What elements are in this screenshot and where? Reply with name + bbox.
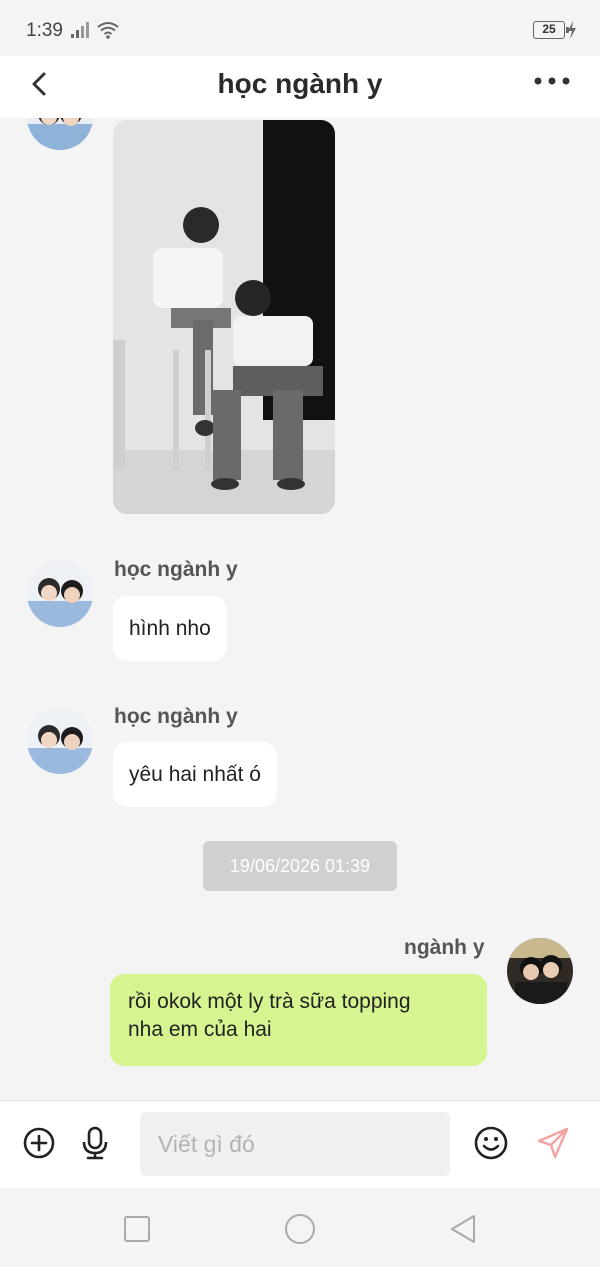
smiley-icon[interactable] (473, 1125, 509, 1161)
avatar[interactable] (27, 708, 93, 774)
photo-icon (113, 120, 335, 514)
status-time: 1:39 (26, 20, 63, 41)
chat-title: học ngành y (217, 68, 383, 99)
sender-name: học ngành y (114, 558, 238, 581)
message-input[interactable] (140, 1112, 450, 1176)
avatar[interactable] (507, 938, 573, 1004)
outgoing-message-bubble[interactable]: rồi okok một ly trà sữa topping nha em c… (110, 974, 487, 1066)
battery-indicator: 25 (533, 21, 569, 39)
microphone-icon[interactable] (77, 1125, 113, 1161)
message-list[interactable]: học ngành y hình nho học ngành y yêu hai… (0, 118, 600, 1100)
sender-name: ngành y (404, 936, 485, 959)
send-icon[interactable] (535, 1125, 571, 1161)
message-text-line: nha em của hai (128, 1018, 272, 1041)
message-bubble[interactable]: hình nho (113, 596, 227, 661)
charging-icon (568, 21, 576, 39)
more-options-icon[interactable] (532, 70, 572, 92)
wifi-icon (97, 22, 119, 39)
message-text-line: rồi okok một ly trà sữa topping (128, 990, 411, 1013)
avatar[interactable] (27, 561, 93, 627)
system-navigation-bar (0, 1188, 600, 1267)
status-bar: 1:39 25 (0, 0, 600, 56)
composer-bar (0, 1100, 600, 1188)
message-text: yêu hai nhất ó (129, 762, 261, 786)
message-bubble[interactable]: yêu hai nhất ó (113, 742, 277, 807)
home-icon[interactable] (283, 1212, 317, 1246)
signal-icon (71, 22, 89, 38)
sender-name: học ngành y (114, 705, 238, 728)
back-nav-icon[interactable] (446, 1212, 480, 1246)
avatar[interactable] (27, 118, 93, 150)
timestamp-divider: 19/06/2026 01:39 (203, 841, 397, 891)
recent-apps-icon[interactable] (120, 1212, 154, 1246)
message-text: hình nho (129, 616, 211, 640)
chat-header: học ngành y (0, 56, 600, 118)
image-message[interactable] (113, 120, 335, 514)
plus-circle-icon[interactable] (21, 1125, 57, 1161)
